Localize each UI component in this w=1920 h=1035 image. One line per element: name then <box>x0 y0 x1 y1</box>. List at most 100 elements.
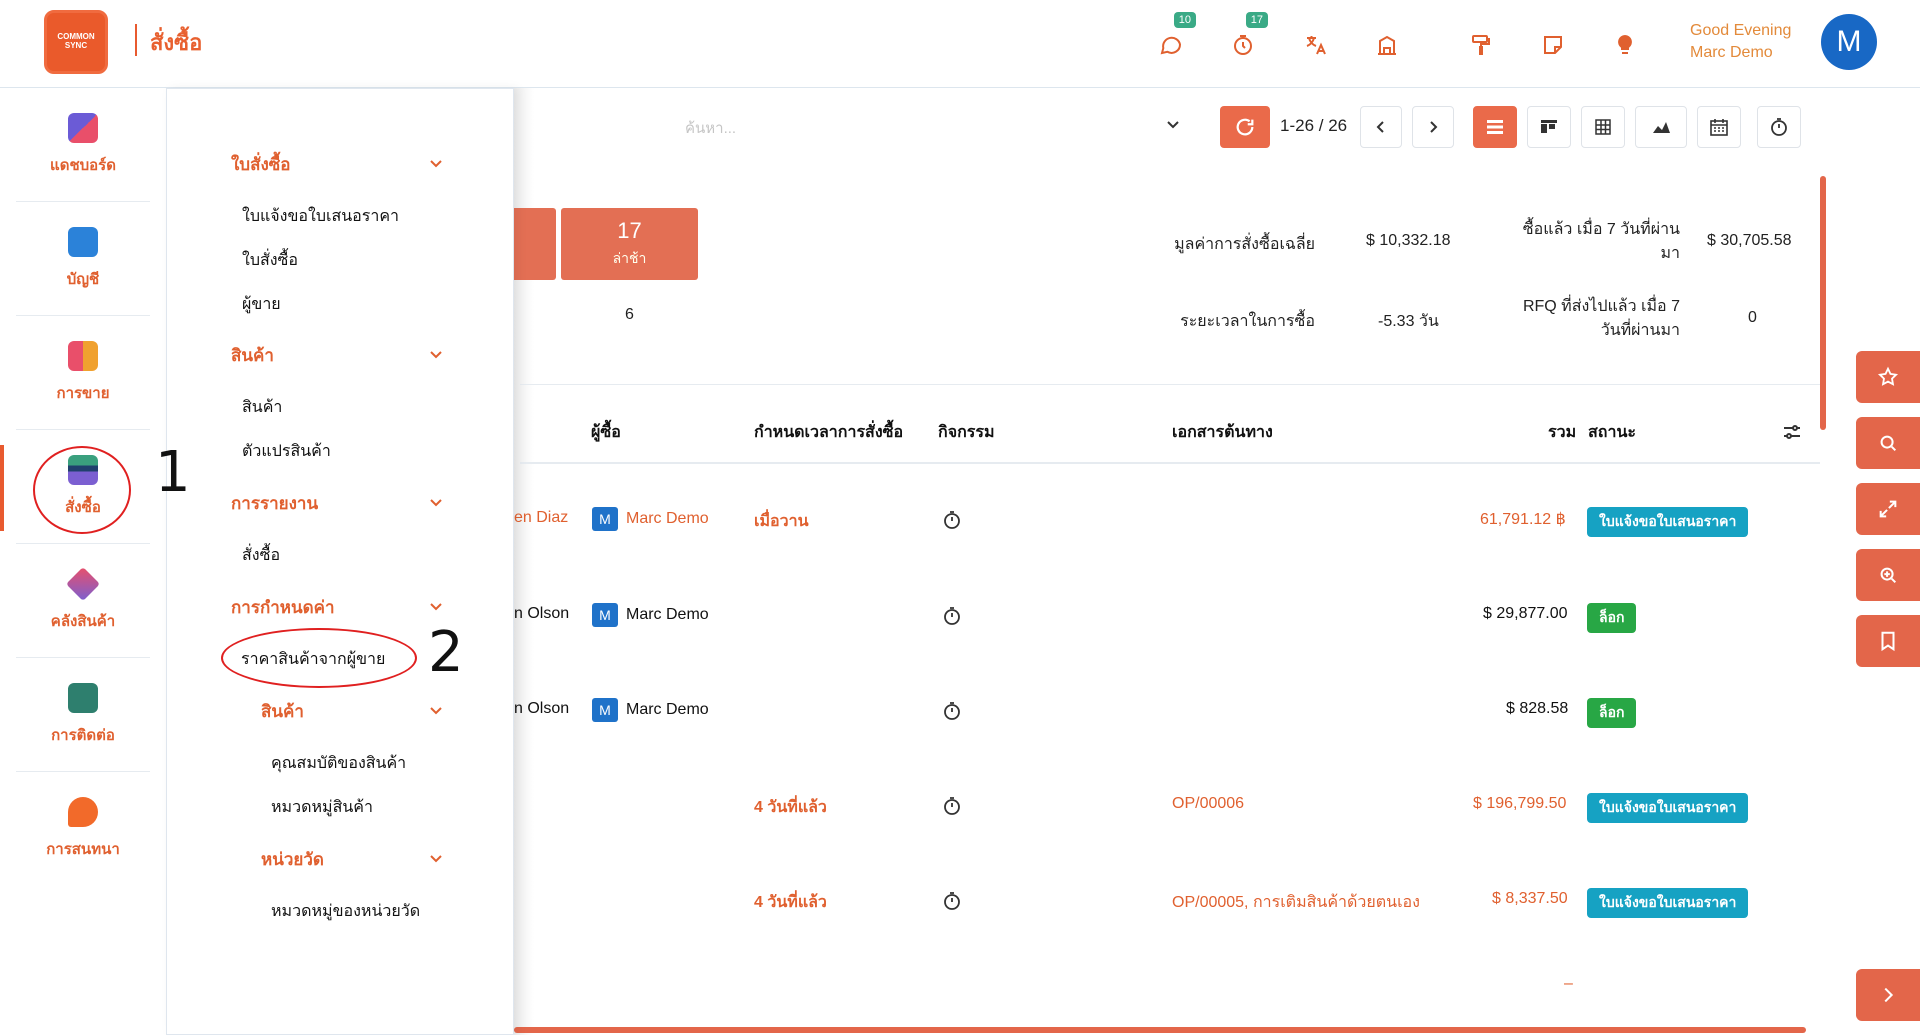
col-total-header[interactable]: รวม <box>1548 420 1576 445</box>
menu-item-products[interactable]: สินค้า <box>242 395 282 420</box>
zoom-button[interactable] <box>1856 549 1920 601</box>
sidebar-item-contacts[interactable]: การติดต่อ <box>16 658 150 772</box>
pager-value[interactable]: 1-26 / 26 <box>1280 116 1347 136</box>
chevron-down-icon[interactable] <box>429 347 443 361</box>
horizontal-scrollbar[interactable] <box>514 1027 1806 1033</box>
note-icon[interactable] <box>1538 30 1568 60</box>
activity-clock-icon[interactable]: 17 <box>1228 12 1268 60</box>
row1-deadline: เมื่อวาน <box>754 513 809 530</box>
menu-item-attributes[interactable]: คุณสมบัติของสินค้า <box>271 751 406 776</box>
activity-clock-icon[interactable] <box>942 891 962 911</box>
menu-section-orders[interactable]: ใบสั่งซื้อ <box>231 151 291 178</box>
chevron-down-icon[interactable] <box>429 495 443 509</box>
pivot-view-button[interactable] <box>1581 106 1625 148</box>
greeting-text: Good Evening <box>1690 22 1792 39</box>
app-logo[interactable]: COMMON SYNC <box>44 10 108 74</box>
col-activities-header[interactable]: กิจกรรม <box>938 420 994 445</box>
menu-item-purchase-report[interactable]: สั่งซื้อ <box>242 543 280 568</box>
sidebar-item-discuss[interactable]: การสนทนา <box>16 772 150 886</box>
menu-item-vendors[interactable]: ผู้ขาย <box>242 292 281 317</box>
logo-text: COMMON SYNC <box>57 32 95 50</box>
vertical-scrollbar[interactable] <box>1820 176 1826 430</box>
sidebar-item-accounting[interactable]: บัญชี <box>16 202 150 316</box>
late-count: 17 <box>617 218 642 243</box>
buyer-avatar: M <box>592 698 618 722</box>
menu-item-uom-categories[interactable]: หมวดหมู่ของหน่วยวัด <box>271 899 420 924</box>
stat-card-late[interactable]: 17 ล่าช้า <box>561 208 698 280</box>
search-input[interactable]: ค้นหา... <box>685 116 736 140</box>
calendar-view-button[interactable] <box>1697 106 1741 148</box>
favorite-button[interactable] <box>1856 351 1920 403</box>
column-settings-icon[interactable] <box>1782 422 1802 442</box>
chevron-down-icon[interactable] <box>429 599 443 613</box>
activities-badge: 17 <box>1245 12 1268 28</box>
refresh-button[interactable] <box>1220 106 1270 148</box>
table-header-divider <box>520 462 1820 464</box>
menu-item-rfq[interactable]: ใบแจ้งขอใบเสนอราคา <box>242 204 399 229</box>
lightbulb-icon[interactable] <box>1610 30 1640 60</box>
area-chart-icon <box>1651 121 1671 135</box>
buyer-avatar: M <box>592 507 618 531</box>
menu-section-configuration[interactable]: การกำหนดค่า <box>231 594 335 621</box>
row3-vendor[interactable]: n Olson <box>514 700 569 718</box>
activity-clock-icon[interactable] <box>942 701 962 721</box>
under-stat-value: 6 <box>625 306 634 323</box>
translate-icon[interactable] <box>1300 30 1330 60</box>
row1-buyer[interactable]: M Marc Demo <box>592 507 709 531</box>
chevron-left-icon <box>1376 121 1384 133</box>
messages-icon[interactable]: 10 <box>1156 12 1196 60</box>
company-building-icon[interactable] <box>1372 30 1402 60</box>
graph-view-button[interactable] <box>1635 106 1687 148</box>
list-view-button[interactable] <box>1473 106 1517 148</box>
sidebar-item-sales[interactable]: การขาย <box>16 316 150 430</box>
previous-page-button[interactable] <box>1360 106 1402 148</box>
sidebar-label: แดชบอร์ด <box>50 156 116 174</box>
activity-view-button[interactable] <box>1757 106 1801 148</box>
row2-buyer[interactable]: M Marc Demo <box>592 603 709 627</box>
next-panel-button[interactable] <box>1856 969 1920 1021</box>
activity-clock-icon[interactable] <box>942 796 962 816</box>
row3-status-badge: ล็อก <box>1587 698 1637 728</box>
row2-status-badge: ล็อก <box>1587 603 1637 633</box>
zoom-in-icon <box>1880 567 1897 584</box>
col-source-header[interactable]: เอกสารต้นทาง <box>1172 420 1273 445</box>
menu-section-config-products[interactable]: สินค้า <box>261 698 304 725</box>
chevron-down-icon[interactable] <box>429 703 443 717</box>
search-button[interactable] <box>1856 417 1920 469</box>
calendar-icon <box>1710 119 1728 136</box>
chevron-down-icon[interactable] <box>429 156 443 170</box>
row4-total: $ 196,799.50 <box>1473 795 1567 812</box>
menu-item-purchase-orders[interactable]: ใบสั่งซื้อ <box>242 248 298 273</box>
menu-item-categories[interactable]: หมวดหมู่สินค้า <box>271 795 373 820</box>
lead-time-label: ระยะเวลาในการซื้อ <box>1180 313 1315 330</box>
rfq-sent-value: 0 <box>1748 309 1757 326</box>
kanban-view-button[interactable] <box>1527 106 1571 148</box>
row2-vendor[interactable]: n Olson <box>514 605 569 623</box>
row3-total: $ 828.58 <box>1506 700 1569 717</box>
activity-clock-icon[interactable] <box>942 606 962 626</box>
sidebar-item-dashboard[interactable]: แดชบอร์ด <box>16 88 150 202</box>
annotation-circle-1 <box>33 446 131 534</box>
col-buyer-header[interactable]: ผู้ซื้อ <box>591 420 621 445</box>
inventory-icon <box>66 566 100 601</box>
user-avatar[interactable]: M <box>1821 14 1877 70</box>
chevron-down-icon[interactable] <box>429 851 443 865</box>
search-options-chevron-icon[interactable] <box>1165 116 1181 132</box>
sum-dash: – <box>1564 975 1573 992</box>
bookmark-button[interactable] <box>1856 615 1920 667</box>
col-status-header[interactable]: สถานะ <box>1588 420 1636 445</box>
menu-item-variants[interactable]: ตัวแปรสินค้า <box>242 439 331 464</box>
col-deadline-header[interactable]: กำหนดเวลาการสั่งซื้อ <box>754 420 903 445</box>
expand-button[interactable] <box>1856 483 1920 535</box>
row1-vendor[interactable]: en Diaz <box>514 509 568 527</box>
activity-clock-icon[interactable] <box>942 510 962 530</box>
row4-status-badge: ใบแจ้งขอใบเสนอราคา <box>1587 793 1749 823</box>
row3-buyer[interactable]: M Marc Demo <box>592 698 709 722</box>
next-page-button[interactable] <box>1412 106 1454 148</box>
menu-section-uom[interactable]: หน่วยวัด <box>261 846 324 873</box>
menu-section-reporting[interactable]: การรายงาน <box>231 490 318 517</box>
buyer-name: Marc Demo <box>626 701 709 719</box>
paint-roller-icon[interactable] <box>1466 30 1496 60</box>
menu-section-products[interactable]: สินค้า <box>231 342 274 369</box>
sidebar-item-inventory[interactable]: คลังสินค้า <box>16 544 150 658</box>
